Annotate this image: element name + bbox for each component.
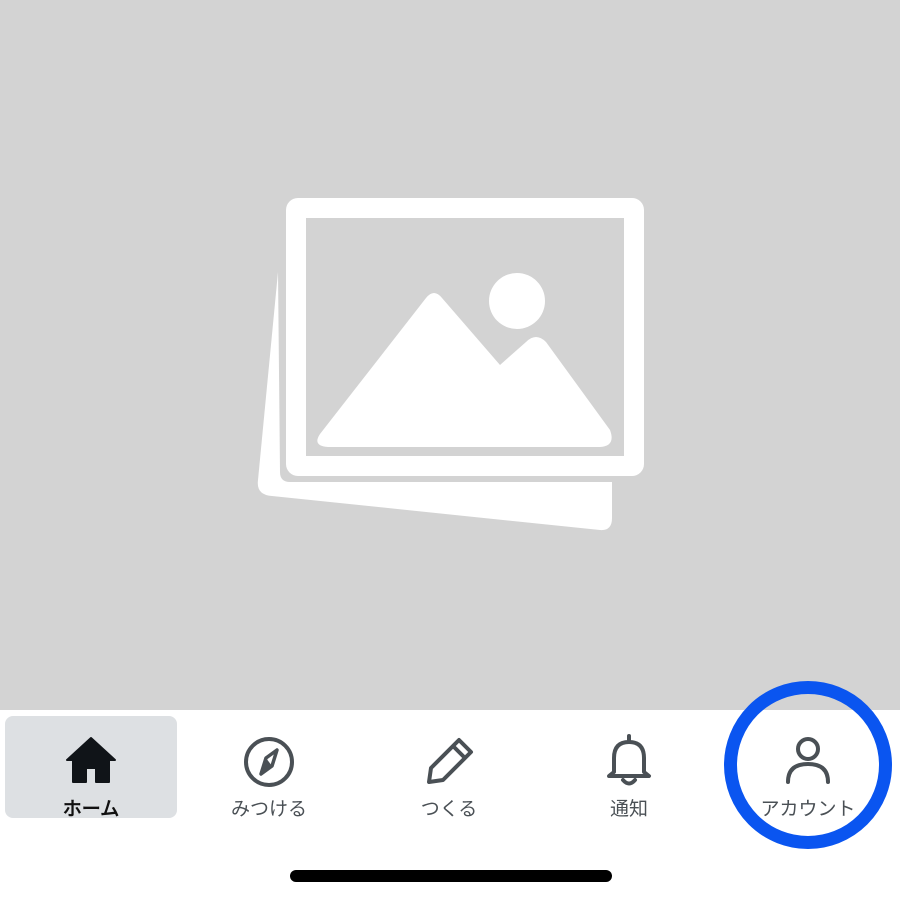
tab-home-label: ホーム <box>62 798 120 820</box>
app-screen: ホーム みつける つくる 通知 アカウント <box>0 0 900 900</box>
tab-account[interactable]: アカウント <box>722 716 894 820</box>
tab-notifications[interactable]: 通知 <box>543 716 715 820</box>
pencil-icon <box>427 738 473 784</box>
tab-discover[interactable]: みつける <box>183 716 355 820</box>
user-icon <box>786 737 830 784</box>
home-indicator[interactable] <box>290 870 612 882</box>
tab-discover-label: みつける <box>230 798 307 820</box>
image-placeholder-icon <box>257 198 644 531</box>
tab-home[interactable]: ホーム <box>5 716 177 820</box>
tab-create-label: つくる <box>420 798 478 820</box>
home-icon <box>66 737 116 783</box>
compass-icon <box>244 737 294 787</box>
tab-account-label: アカウント <box>760 798 856 820</box>
bell-icon <box>607 734 651 786</box>
image-placeholder-area <box>0 0 900 710</box>
tab-notifications-label: 通知 <box>609 798 648 820</box>
tab-create[interactable]: つくる <box>363 716 535 820</box>
